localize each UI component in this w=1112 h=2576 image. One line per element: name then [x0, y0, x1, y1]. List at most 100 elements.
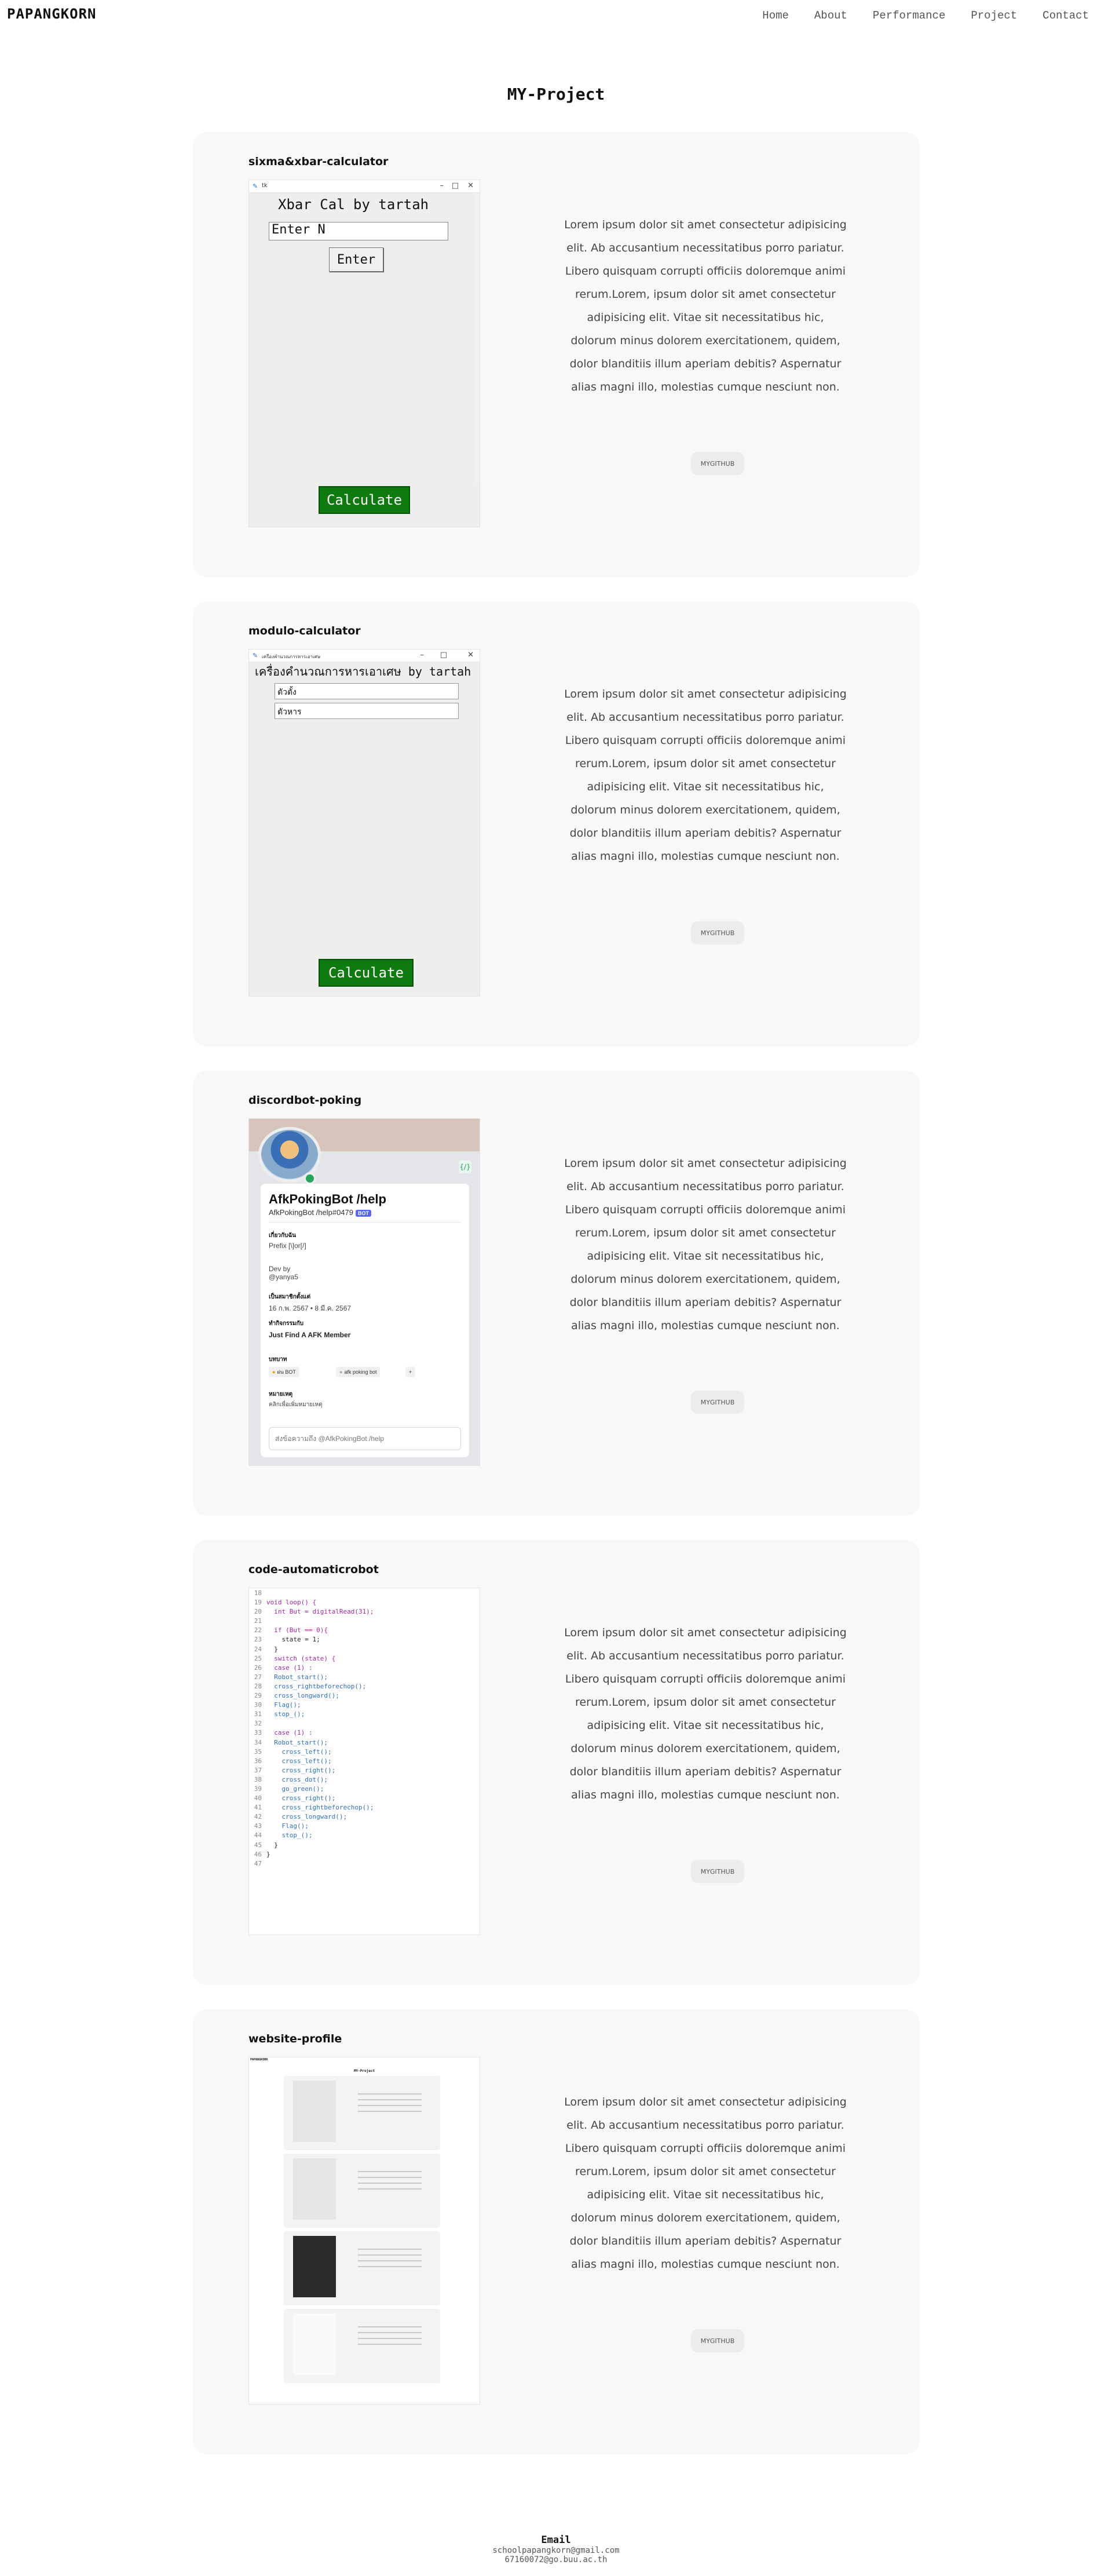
code-line: 33 case (1) : [249, 1729, 480, 1738]
mini-shot [293, 2236, 336, 2297]
project-screenshot: ✎ tk – □ ✕ Xbar Cal by tartah Enter N En… [248, 180, 480, 527]
prefix-text: Prefix [\]or[/] [269, 1242, 306, 1250]
dividend-field: ตัวตั้ง [275, 683, 459, 699]
line-number: 45 [254, 1841, 262, 1849]
project-card: sixma&xbar-calculator ✎ tk – □ ✕ Xbar Ca… [193, 132, 920, 577]
line-number: 39 [254, 1785, 262, 1793]
app-heading: Xbar Cal by tartah [278, 196, 429, 213]
line-number: 31 [254, 1710, 262, 1718]
bot-tag-text: AfkPokingBot /help#0479 [269, 1208, 353, 1217]
line-number: 32 [254, 1720, 262, 1728]
activity-heading: ทำกิจกรรมกับ [269, 1320, 303, 1327]
code-text: stop_(); [266, 1831, 313, 1840]
mini-title: MY-Project [353, 2069, 375, 2073]
member-since-heading: เป็นสมาชิกตั้งแต่ [269, 1294, 311, 1300]
line-number: 38 [254, 1775, 262, 1783]
code-line: 25 switch (state) { [249, 1655, 480, 1664]
divider [269, 1222, 461, 1223]
nav-links: Home About Performance Project Contact [737, 9, 1089, 22]
n-input: Enter N [269, 222, 448, 240]
bot-badge: BOT [356, 1210, 371, 1217]
page-title: MY-Project [507, 85, 605, 104]
mini-text-line [358, 2326, 422, 2327]
about-heading: เกี่ยวกับฉัน [269, 1232, 296, 1239]
app-heading: เครื่องคำนวณการหารเอาเศษ by tartah [255, 665, 471, 678]
nav-contact-link[interactable]: Contact [1042, 9, 1089, 22]
code-text: stop_(); [266, 1710, 305, 1718]
footer-email-secondary[interactable]: 67160072@go.buu.ac.th [0, 2555, 1112, 2564]
project-title: discordbot-poking [248, 1094, 362, 1107]
mini-shot [293, 2314, 336, 2375]
roles-heading: บทบาท [269, 1356, 287, 1363]
profile-panel: AfkPokingBot /help AfkPokingBot /help#04… [261, 1184, 469, 1457]
line-number: 20 [254, 1608, 262, 1616]
code-text: case (1) : [266, 1663, 313, 1672]
project-screenshot: 18 19 void loop() {20 int But = digitalRea… [248, 1588, 480, 1935]
note-text: คลิกเพื่อเพิ่มหมายเหตุ [269, 1402, 323, 1408]
code-text: cross_rightbeforechop(); [266, 1804, 374, 1812]
github-button[interactable]: MYGITHUB [691, 921, 744, 944]
mini-text-line [358, 2183, 422, 2184]
line-number: 42 [254, 1813, 262, 1821]
project-title: code-automaticrobot [248, 1563, 379, 1576]
github-button[interactable]: MYGITHUB [691, 1391, 744, 1414]
role-chip-label: ฝน BOT [277, 1369, 296, 1375]
footer-email-primary[interactable]: schoolpapangkorn@gmail.com [0, 2546, 1112, 2555]
code-text: Robot_start(); [266, 1738, 328, 1746]
github-button[interactable]: MYGITHUB [691, 1860, 744, 1883]
line-number: 37 [254, 1766, 262, 1774]
window-titlebar: ✎ tk – □ ✕ [249, 180, 480, 193]
mini-text-line [358, 2188, 422, 2190]
mini-text-line [358, 2093, 422, 2095]
minimize-icon: – [420, 651, 425, 659]
project-title: modulo-calculator [248, 625, 361, 637]
mini-text-line [358, 2266, 422, 2267]
project-screenshot: ✎ เครื่องคำนวณการหารเอาเศษ – □ ✕ เครื่อง… [248, 649, 480, 997]
close-icon: ✕ [467, 651, 474, 659]
line-number: 36 [254, 1757, 262, 1765]
brand-logo[interactable]: PAPANGKORN [7, 6, 97, 22]
line-number: 29 [254, 1692, 262, 1700]
line-number: 27 [254, 1673, 262, 1681]
code-line: 18 [249, 1589, 480, 1599]
activity-text: Just Find A AFK Member [269, 1331, 351, 1339]
nav-home-link[interactable]: Home [762, 9, 789, 22]
line-number: 21 [254, 1617, 262, 1625]
line-number: 47 [254, 1859, 262, 1867]
feather-icon: ✎ [253, 652, 258, 659]
code-line: 46} [249, 1851, 480, 1860]
code-line: 21 [249, 1617, 480, 1626]
code-line: 34 Robot_start(); [249, 1739, 480, 1748]
project-description: Lorem ipsum dolor sit amet consectetur a… [564, 1626, 847, 1801]
role-chip-label: afk poking bot [344, 1369, 377, 1375]
code-line: 22 if (But == 0){ [249, 1626, 480, 1636]
line-number: 23 [254, 1636, 262, 1644]
role-dot-icon: ● [339, 1369, 343, 1375]
project-card: modulo-calculator ✎ เครื่องคำนวณการหารเอ… [193, 601, 920, 1046]
project-description: Lorem ipsum dolor sit amet consectetur a… [564, 688, 847, 863]
code-text: state = 1; [266, 1636, 320, 1644]
mini-card [284, 2154, 440, 2228]
enter-button: Enter [329, 247, 383, 272]
code-line: 36 cross_left(); [249, 1757, 480, 1767]
nav-about-link[interactable]: About [814, 9, 847, 22]
nav-performance-link[interactable]: Performance [873, 9, 945, 22]
mini-text-line [358, 2105, 422, 2106]
code-line: 40 cross_right(); [249, 1794, 480, 1804]
code-line: 45 } [249, 1841, 480, 1851]
line-number: 18 [254, 1589, 262, 1597]
calculate-button: Calculate [319, 486, 410, 514]
line-number: 25 [254, 1654, 262, 1662]
code-line: 27 Robot_start(); [249, 1673, 480, 1683]
code-line: 38 cross_dot(); [249, 1776, 480, 1785]
code-text: cross_rightbeforechop(); [266, 1682, 367, 1690]
mini-card [284, 2309, 440, 2383]
line-number: 22 [254, 1626, 262, 1634]
github-button[interactable]: MYGITHUB [691, 2329, 744, 2352]
nav-project-link[interactable]: Project [971, 9, 1017, 22]
mini-text-line [358, 2171, 422, 2172]
code-line: 31 stop_(); [249, 1710, 480, 1720]
scrollbar [474, 193, 480, 483]
code-line: 37 cross_right(); [249, 1767, 480, 1776]
github-button[interactable]: MYGITHUB [691, 452, 744, 475]
